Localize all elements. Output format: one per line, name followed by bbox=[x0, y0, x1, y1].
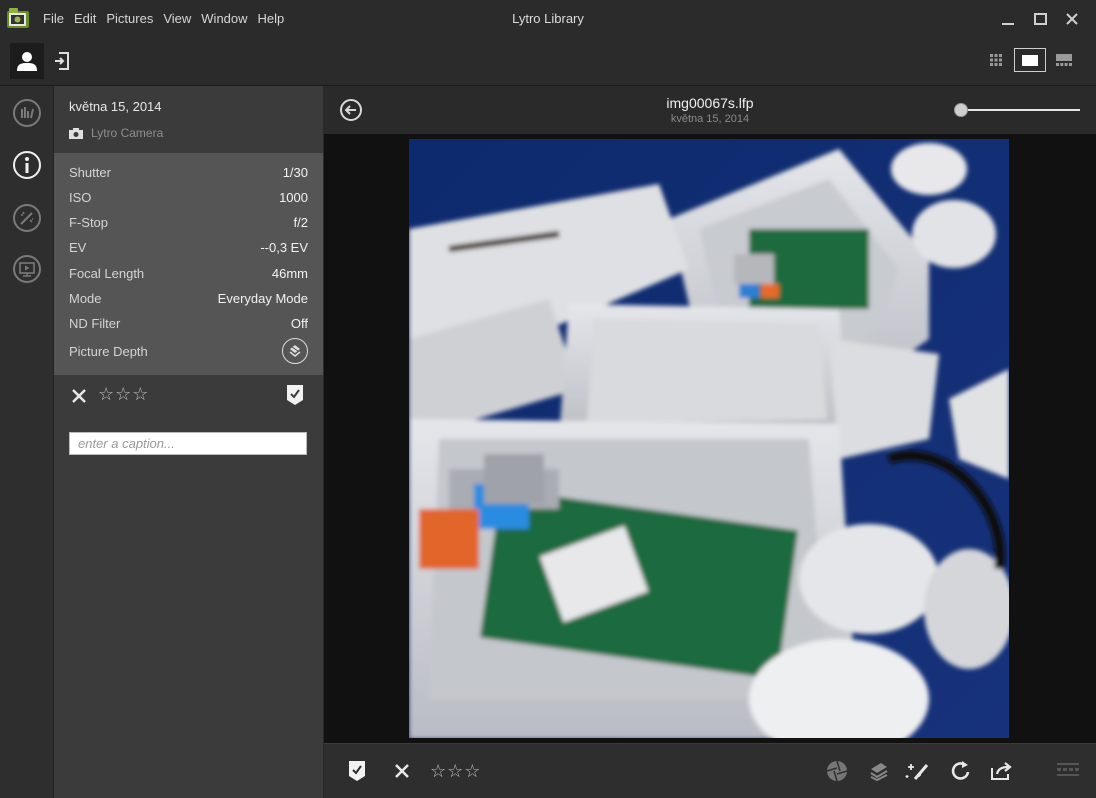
share-icon bbox=[991, 762, 1012, 780]
window-controls bbox=[992, 6, 1088, 32]
star-rating[interactable]: ☆☆☆ bbox=[430, 758, 481, 784]
exif-key: EV bbox=[69, 239, 87, 255]
menu-window[interactable]: Window bbox=[201, 11, 247, 26]
exif-row: Picture Depth bbox=[69, 338, 308, 364]
menu-edit[interactable]: Edit bbox=[74, 11, 96, 26]
magic-wand-icon bbox=[905, 764, 929, 780]
rating-row: ☆☆☆ bbox=[68, 384, 308, 408]
toolbar bbox=[0, 38, 1096, 86]
camera-model-label: Lytro Camera bbox=[91, 126, 164, 140]
filmstrip-view-icon bbox=[1056, 54, 1072, 66]
slider-track bbox=[960, 109, 1080, 111]
photo-image[interactable] bbox=[409, 139, 1009, 738]
exif-value: Everyday Mode bbox=[217, 290, 308, 306]
filmstrip-view-button[interactable] bbox=[1048, 48, 1080, 72]
histogram-button[interactable] bbox=[12, 98, 42, 128]
library-button[interactable] bbox=[10, 43, 44, 79]
share-button[interactable] bbox=[988, 758, 1014, 784]
slideshow-icon bbox=[13, 255, 41, 283]
exif-key: Picture Depth bbox=[69, 343, 148, 359]
exif-key: Focal Length bbox=[69, 265, 145, 281]
panel-toggle-icon bbox=[1057, 763, 1079, 776]
exif-value: --0,3 EV bbox=[260, 239, 308, 255]
menu-pictures[interactable]: Pictures bbox=[106, 11, 153, 26]
adjust-icon bbox=[13, 204, 41, 232]
exif-value: 1/30 bbox=[282, 164, 308, 180]
slider-thumb[interactable] bbox=[954, 103, 968, 117]
depth-icon bbox=[289, 345, 301, 357]
star-rating[interactable]: ☆☆☆ bbox=[98, 384, 149, 405]
grid-view-button[interactable] bbox=[980, 48, 1012, 72]
exif-value: Off bbox=[290, 315, 308, 331]
reject-icon[interactable] bbox=[71, 388, 87, 404]
exif-key: F-Stop bbox=[69, 214, 109, 230]
exif-key: ND Filter bbox=[69, 315, 121, 331]
import-icon bbox=[55, 52, 69, 70]
camera-model: Lytro Camera bbox=[69, 126, 163, 140]
panel-toggle-button[interactable] bbox=[1056, 758, 1080, 784]
viewer-header: img00067s.lfp května 15, 2014 bbox=[324, 86, 1096, 134]
capture-date: května 15, 2014 bbox=[69, 99, 162, 114]
exif-value: 1000 bbox=[279, 189, 308, 205]
exif-row: EV --0,3 EV bbox=[69, 237, 308, 257]
caption-input[interactable] bbox=[69, 432, 307, 455]
layers-icon bbox=[870, 763, 888, 781]
menu-bar: File Edit Pictures View Window Help bbox=[43, 11, 294, 26]
exif-row: ND Filter Off bbox=[69, 313, 308, 333]
exif-value: f/2 bbox=[293, 214, 308, 230]
bottom-toolbar: ☆☆☆ bbox=[324, 743, 1096, 798]
pick-flag-icon bbox=[349, 761, 365, 781]
minimize-button[interactable] bbox=[992, 6, 1024, 32]
exif-key: ISO bbox=[69, 189, 92, 205]
menu-view[interactable]: View bbox=[163, 11, 191, 26]
exif-value: 46mm bbox=[271, 265, 308, 281]
exif-row: Mode Everyday Mode bbox=[69, 288, 308, 308]
maximize-icon bbox=[1033, 13, 1047, 25]
grid-view-icon bbox=[990, 54, 1002, 66]
camera-icon bbox=[69, 127, 83, 139]
zoom-slider[interactable] bbox=[954, 102, 1080, 118]
aperture-button[interactable] bbox=[824, 758, 850, 784]
exif-row: Shutter 1/30 bbox=[69, 162, 308, 182]
exif-row: F-Stop f/2 bbox=[69, 212, 308, 232]
aperture-icon bbox=[826, 760, 848, 782]
magic-wand-button[interactable] bbox=[904, 758, 932, 784]
layers-button[interactable] bbox=[867, 758, 891, 784]
info-button[interactable] bbox=[12, 150, 42, 180]
depth-button[interactable] bbox=[282, 338, 308, 364]
slideshow-button[interactable] bbox=[12, 254, 42, 284]
reject-button[interactable] bbox=[392, 758, 412, 784]
pick-flag-icon[interactable] bbox=[286, 384, 304, 406]
maximize-button[interactable] bbox=[1024, 6, 1056, 32]
info-panel: května 15, 2014 Lytro Camera Shutter 1/3… bbox=[54, 86, 323, 798]
menu-file[interactable]: File bbox=[43, 11, 64, 26]
close-window-button[interactable] bbox=[1056, 6, 1088, 32]
photo-viewer: img00067s.lfp května 15, 2014 ☆☆☆ bbox=[324, 86, 1096, 798]
exif-key: Shutter bbox=[69, 164, 111, 180]
photo-illustration bbox=[409, 139, 1009, 738]
rotate-button[interactable] bbox=[948, 758, 974, 784]
exif-key: Mode bbox=[69, 290, 102, 306]
view-mode-switcher bbox=[980, 48, 1080, 72]
adjust-button[interactable] bbox=[12, 203, 42, 233]
exif-row: ISO 1000 bbox=[69, 187, 308, 207]
side-rail bbox=[0, 86, 54, 798]
title-bar: File Edit Pictures View Window Help Lytr… bbox=[0, 0, 1096, 38]
person-icon bbox=[17, 52, 37, 71]
info-icon bbox=[13, 151, 41, 179]
exif-table: Shutter 1/30 ISO 1000 F-Stop f/2 EV --0,… bbox=[54, 153, 323, 375]
minimize-icon bbox=[1002, 23, 1014, 25]
single-view-button[interactable] bbox=[1014, 48, 1046, 72]
import-button[interactable] bbox=[50, 48, 74, 74]
lytro-folder-icon[interactable] bbox=[6, 7, 31, 30]
close-icon bbox=[1066, 13, 1078, 25]
single-view-icon bbox=[1022, 54, 1038, 66]
pick-button[interactable] bbox=[346, 758, 368, 784]
exif-row: Focal Length 46mm bbox=[69, 263, 308, 283]
histogram-icon bbox=[13, 99, 41, 127]
close-icon bbox=[395, 764, 409, 778]
rotate-icon bbox=[951, 761, 970, 780]
menu-help[interactable]: Help bbox=[258, 11, 285, 26]
